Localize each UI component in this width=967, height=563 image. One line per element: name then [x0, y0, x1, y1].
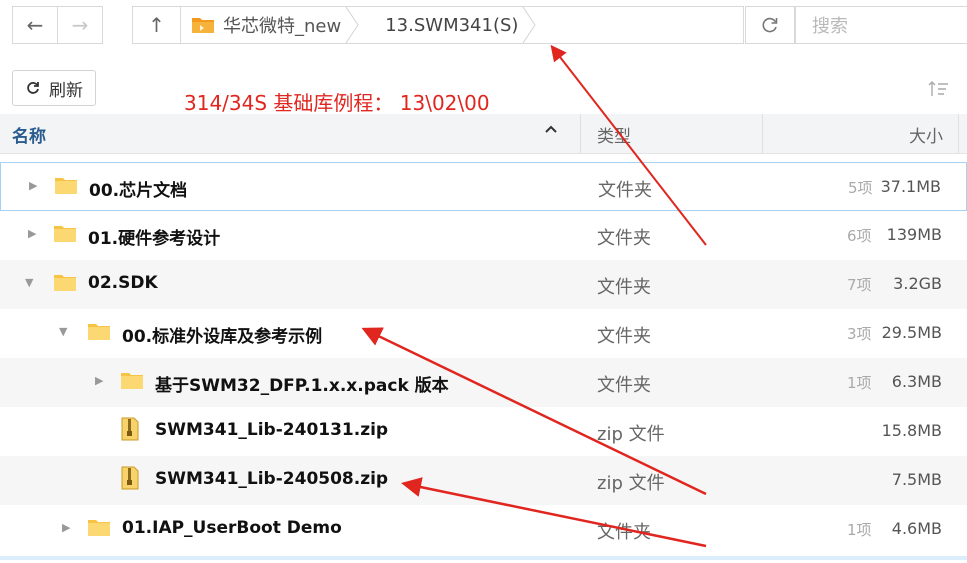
refresh-label: 刷新 [49, 80, 83, 101]
zip-file-icon [121, 417, 139, 441]
file-type: 文件夹 [597, 326, 651, 347]
search-placeholder: 搜索 [812, 16, 848, 37]
breadcrumb-separator [345, 7, 359, 43]
file-row[interactable]: ▼ 00.标准外设库及参考示例 文件夹 3项 29.5MB [0, 309, 967, 358]
file-size: 4.6MB [891, 519, 942, 538]
file-size: 7.5MB [891, 470, 942, 489]
file-size: 6.3MB [891, 372, 942, 391]
back-arrow-icon: ← [26, 13, 44, 37]
scroll-edge [0, 556, 967, 560]
item-count: 6项 [847, 227, 872, 245]
column-name-header[interactable]: 名称 [12, 122, 46, 147]
breadcrumb-label-current: 13.SWM341(S) [385, 14, 519, 36]
breadcrumb-label-root: 华芯微特_new [223, 16, 342, 37]
file-row[interactable]: ▶ 基于SWM32_DFP.1.x.x.pack 版本 文件夹 1项 6.3MB [0, 358, 967, 407]
refresh-button[interactable]: 刷新 [12, 70, 96, 106]
column-divider[interactable] [580, 114, 581, 154]
column-divider[interactable] [958, 114, 959, 154]
file-type: 文件夹 [597, 228, 651, 249]
folder-icon [54, 275, 76, 291]
collapse-arrow-icon[interactable]: ▼ [59, 325, 67, 338]
up-arrow-icon: ↑ [148, 13, 165, 37]
column-type-header[interactable]: 类型 [597, 122, 631, 147]
file-size: 15.8MB [881, 421, 942, 440]
address-toolbar: ← → ↑ 华芯微特_new 13.SWM341(S) 搜索 [0, 0, 967, 54]
up-button[interactable]: ↑ [132, 6, 181, 44]
file-type: zip 文件 [597, 473, 665, 494]
collapse-arrow-icon[interactable]: ▼ [25, 276, 33, 289]
breadcrumb-item-current[interactable]: 13.SWM341(S) [359, 7, 537, 43]
column-size-header[interactable]: 大小 [909, 122, 943, 147]
file-name: SWM341_Lib-240508.zip [155, 469, 389, 489]
zip-file-icon [121, 466, 139, 490]
file-name: 基于SWM32_DFP.1.x.x.pack 版本 [155, 376, 449, 396]
file-name: 02.SDK [88, 273, 158, 293]
expand-arrow-icon[interactable]: ▶ [28, 227, 36, 240]
expand-arrow-icon[interactable]: ▶ [95, 374, 103, 387]
file-row[interactable]: ▼ 02.SDK 文件夹 7项 3.2GB [0, 260, 967, 309]
file-row[interactable]: ▶ 01.硬件参考设计 文件夹 6项 139MB [0, 211, 967, 260]
expand-arrow-icon[interactable]: ▶ [62, 521, 70, 534]
folder-icon [88, 324, 110, 340]
folder-icon [88, 520, 110, 536]
search-input[interactable]: 搜索 [795, 6, 967, 44]
item-count: 5项 [848, 179, 873, 197]
forward-arrow-icon: → [71, 13, 89, 37]
file-row[interactable]: ▶ 00.芯片文档 文件夹 5项 37.1MB [0, 162, 967, 211]
refresh-icon [27, 82, 39, 94]
item-count: 1项 [847, 374, 872, 392]
file-size: 3.2GB [893, 274, 942, 293]
sort-icon[interactable] [928, 80, 950, 102]
file-name: SWM341_Lib-240131.zip [155, 420, 389, 440]
column-header: 名称 类型 大小 [0, 114, 967, 154]
breadcrumb-separator [523, 7, 537, 43]
forward-button[interactable]: → [57, 6, 103, 44]
item-count: 7项 [847, 276, 872, 294]
file-size: 139MB [886, 225, 942, 244]
folder-icon [121, 373, 143, 389]
orange-folder-icon [191, 16, 215, 34]
file-name: 00.标准外设库及参考示例 [122, 327, 323, 347]
item-count: 3项 [847, 325, 872, 343]
file-type: 文件夹 [597, 522, 651, 543]
file-row[interactable]: SWM341_Lib-240131.zip zip 文件 15.8MB [0, 407, 967, 456]
file-name: 01.硬件参考设计 [88, 229, 221, 249]
file-row[interactable]: SWM341_Lib-240508.zip zip 文件 7.5MB [0, 456, 967, 505]
breadcrumb-item-root[interactable]: 华芯微特_new [181, 7, 359, 43]
folder-icon [55, 178, 77, 194]
back-button[interactable]: ← [12, 6, 58, 44]
reload-icon [762, 17, 778, 33]
item-count: 1项 [847, 521, 872, 539]
expand-arrow-icon[interactable]: ▶ [29, 179, 37, 192]
file-size: 29.5MB [881, 323, 942, 342]
file-type: 文件夹 [597, 375, 651, 396]
file-type: 文件夹 [598, 180, 652, 201]
file-size: 37.1MB [880, 177, 941, 196]
column-divider[interactable] [762, 114, 763, 154]
breadcrumb: 华芯微特_new 13.SWM341(S) [180, 6, 744, 44]
file-name: 00.芯片文档 [89, 181, 188, 201]
annotation-text: 314/34S 基础库例程： 13\02\00 [184, 91, 490, 115]
file-type: 文件夹 [597, 277, 651, 298]
file-row[interactable]: ▶ 01.IAP_UserBoot Demo 文件夹 1项 4.6MB [0, 505, 967, 554]
reload-button[interactable] [745, 6, 795, 44]
folder-icon [54, 226, 76, 242]
sort-ascending-icon[interactable] [544, 121, 558, 140]
file-type: zip 文件 [597, 424, 665, 445]
file-name: 01.IAP_UserBoot Demo [122, 518, 342, 538]
